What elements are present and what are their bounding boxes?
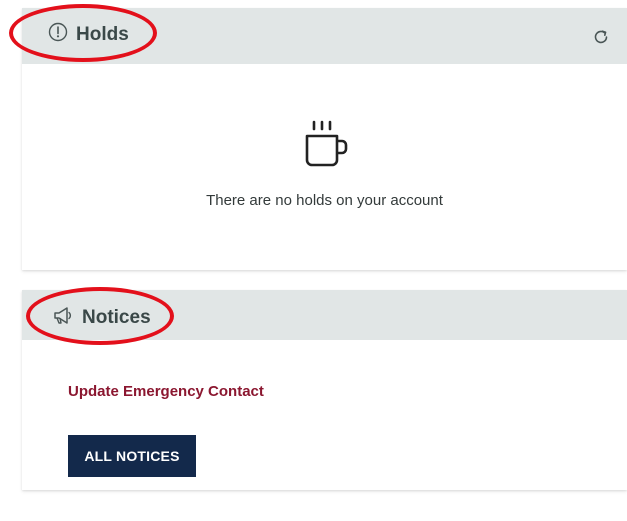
holds-empty-message: There are no holds on your account xyxy=(206,192,443,209)
coffee-mug-icon xyxy=(22,118,627,170)
notices-title: Notices xyxy=(82,306,151,328)
refresh-icon[interactable] xyxy=(590,26,612,48)
holds-card-header: Holds xyxy=(22,8,627,64)
update-emergency-contact-link[interactable]: Update Emergency Contact xyxy=(68,383,264,400)
holds-empty-state: There are no holds on your account xyxy=(22,118,627,209)
megaphone-icon xyxy=(52,304,76,331)
holds-title: Holds xyxy=(76,23,129,45)
exclamation-circle-icon xyxy=(48,22,68,47)
holds-title-group: Holds xyxy=(48,22,129,47)
holds-card: Holds There are no holds on your account xyxy=(22,8,627,270)
notices-card: Notices Update Emergency Contact ALL NOT… xyxy=(22,290,627,490)
all-notices-button[interactable]: ALL NOTICES xyxy=(68,435,196,477)
notices-card-header: Notices xyxy=(22,290,627,340)
notices-title-group: Notices xyxy=(52,304,151,331)
